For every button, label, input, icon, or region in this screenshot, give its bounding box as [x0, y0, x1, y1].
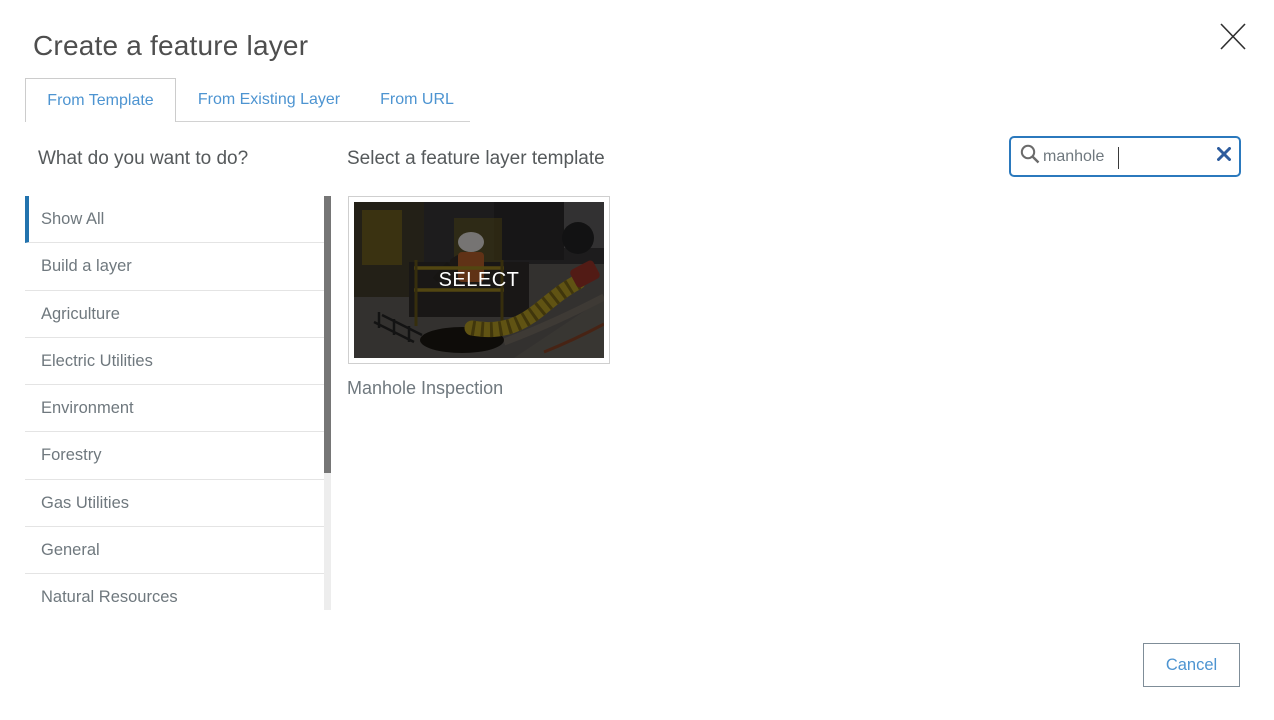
tab-from-url[interactable]: From URL: [362, 78, 472, 122]
scrollbar-thumb[interactable]: [324, 196, 331, 473]
category-item-environment[interactable]: Environment: [25, 385, 324, 433]
close-button[interactable]: [1214, 20, 1252, 58]
category-item-agriculture[interactable]: Agriculture: [25, 290, 324, 338]
search-input[interactable]: [1041, 147, 1209, 166]
category-item-natural-resources[interactable]: Natural Resources: [25, 574, 324, 610]
tabbar-divider: [176, 121, 470, 122]
text-caret: [1118, 147, 1119, 169]
clear-search-icon: [1217, 147, 1231, 166]
tab-from-template[interactable]: From Template: [25, 78, 176, 122]
template-search-box: [1009, 136, 1241, 177]
page-title: Create a feature layer: [33, 30, 309, 61]
search-icon: [1019, 143, 1041, 170]
select-template-button[interactable]: SELECT: [354, 202, 604, 358]
category-item-forestry[interactable]: Forestry: [25, 432, 324, 480]
category-list: Show All Build a layer Agriculture Elect…: [25, 196, 331, 610]
create-feature-layer-dialog: Create a feature layer From Template Fro…: [0, 0, 1274, 720]
close-icon: [1220, 23, 1246, 55]
category-item-gas-utilities[interactable]: Gas Utilities: [25, 479, 324, 527]
category-item-build-a-layer[interactable]: Build a layer: [25, 243, 324, 291]
category-item-general[interactable]: General: [25, 526, 324, 574]
left-panel-heading: What do you want to do?: [38, 148, 249, 169]
template-card-manhole-inspection[interactable]: SELECT: [348, 196, 610, 364]
template-title: Manhole Inspection: [347, 378, 504, 398]
category-item-show-all[interactable]: Show All: [25, 196, 324, 244]
clear-search-button[interactable]: [1209, 138, 1239, 175]
template-thumbnail: SELECT: [354, 202, 604, 358]
category-list-scrollbar: [324, 196, 331, 610]
category-item-electric-utilities[interactable]: Electric Utilities: [25, 337, 324, 385]
templates-heading: Select a feature layer template: [347, 148, 605, 169]
cancel-button[interactable]: Cancel: [1143, 643, 1240, 687]
tab-from-existing-layer[interactable]: From Existing Layer: [176, 78, 362, 122]
